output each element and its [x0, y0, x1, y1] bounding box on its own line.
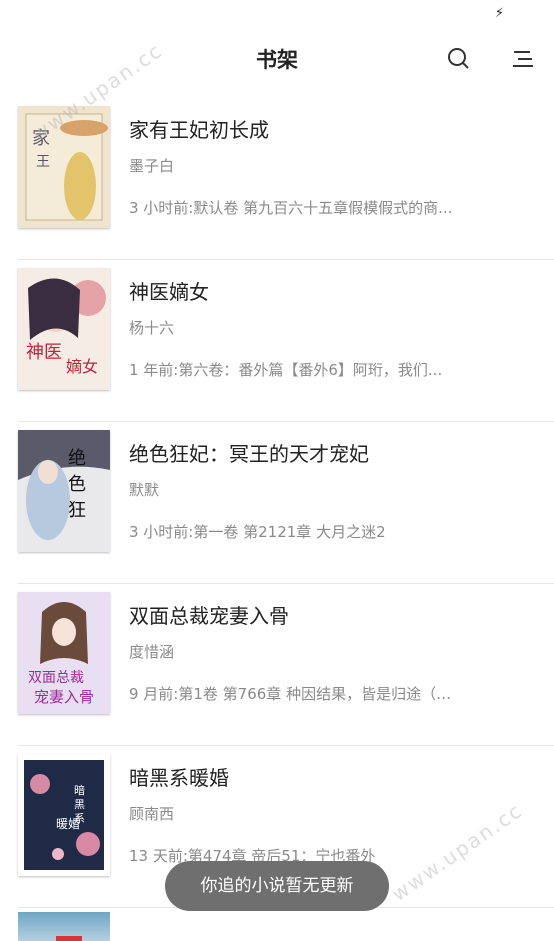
book-cover: 家 王	[18, 106, 110, 228]
book-item[interactable]: 绝 色 狂 绝色狂妃：冥王的天才宠妃 默默 3 小时前:第一卷 第2121章 大…	[18, 422, 554, 584]
search-button[interactable]	[444, 44, 474, 74]
svg-text:王: 王	[36, 154, 50, 170]
lightning-icon: ⚡	[494, 6, 504, 21]
svg-text:暖婚: 暖婚	[56, 817, 80, 831]
search-icon	[448, 48, 469, 69]
svg-text:宠妻入骨: 宠妻入骨	[34, 688, 94, 706]
book-author: 杨十六	[129, 319, 175, 337]
book-author: 顾南西	[129, 805, 175, 823]
svg-text:黑: 黑	[74, 798, 85, 811]
svg-text:神医: 神医	[26, 342, 62, 363]
bookshelf-list: 家 王 家有王妃初长成 墨子白 3 小时前:默认卷 第九百六十五章假模假式的商.…	[0, 98, 554, 908]
svg-text:家: 家	[32, 128, 50, 149]
latest-chapter: 3 小时前:第一卷 第2121章 大月之迷2	[129, 523, 386, 541]
menu-button[interactable]	[508, 44, 538, 74]
book-item[interactable]: 双面总裁 宠妻入骨 双面总裁宠妻入骨 度惜涵 9 月前:第1卷 第766章 种因…	[18, 584, 554, 746]
book-item[interactable]: 家 王 家有王妃初长成 墨子白 3 小时前:默认卷 第九百六十五章假模假式的商.…	[18, 98, 554, 260]
book-cover: 绝 色 狂	[18, 430, 110, 552]
book-title: 暗黑系暖婚	[129, 766, 229, 790]
tab-indicator	[56, 936, 82, 941]
book-author: 墨子白	[129, 157, 175, 175]
book-title: 神医嫡女	[129, 280, 209, 304]
svg-text:双面总裁: 双面总裁	[28, 670, 84, 686]
latest-chapter: 9 月前:第1卷 第766章 种因结果，皆是归途（大...	[129, 685, 459, 703]
top-bar: 书架	[0, 30, 554, 90]
svg-text:绝: 绝	[68, 448, 86, 469]
book-author: 度惜涵	[129, 643, 175, 661]
svg-text:嫡女: 嫡女	[66, 357, 98, 376]
book-title: 家有王妃初长成	[129, 118, 269, 142]
book-cover: 双面总裁 宠妻入骨	[18, 592, 110, 714]
svg-text:暗: 暗	[74, 783, 85, 797]
book-title: 双面总裁宠妻入骨	[129, 604, 289, 628]
book-title: 绝色狂妃：冥王的天才宠妃	[129, 442, 369, 466]
status-bar: ⚡	[0, 0, 554, 30]
book-cover: 暗 黑 系 暖婚	[18, 754, 110, 876]
svg-text:色: 色	[68, 474, 86, 495]
latest-chapter: 1 年前:第六卷：番外篇【番外6】阿珩，我们...	[129, 361, 443, 379]
menu-icon	[513, 51, 533, 67]
toast-message: 你追的小说暂无更新	[165, 861, 389, 911]
book-cover: 神医 嫡女	[18, 268, 110, 390]
svg-text:狂: 狂	[68, 500, 86, 521]
book-item[interactable]: 神医 嫡女 神医嫡女 杨十六 1 年前:第六卷：番外篇【番外6】阿珩，我们...	[18, 260, 554, 422]
book-author: 默默	[129, 481, 160, 499]
latest-chapter: 3 小时前:默认卷 第九百六十五章假模假式的商...	[129, 199, 453, 217]
